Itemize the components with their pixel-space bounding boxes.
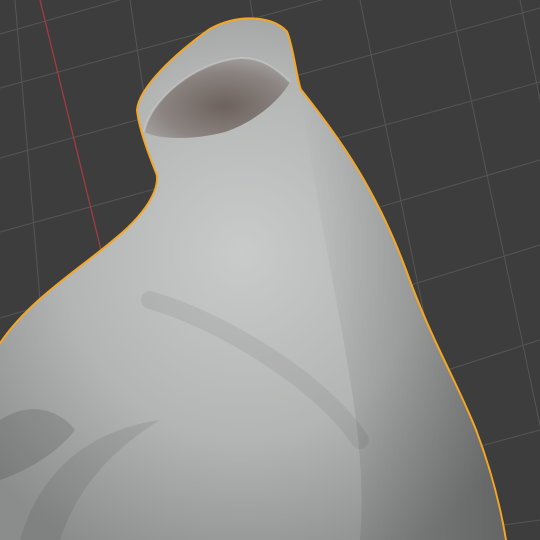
x-axis-line <box>39 0 104 259</box>
3d-viewport[interactable] <box>0 0 540 540</box>
viewport-canvas[interactable] <box>0 0 540 540</box>
